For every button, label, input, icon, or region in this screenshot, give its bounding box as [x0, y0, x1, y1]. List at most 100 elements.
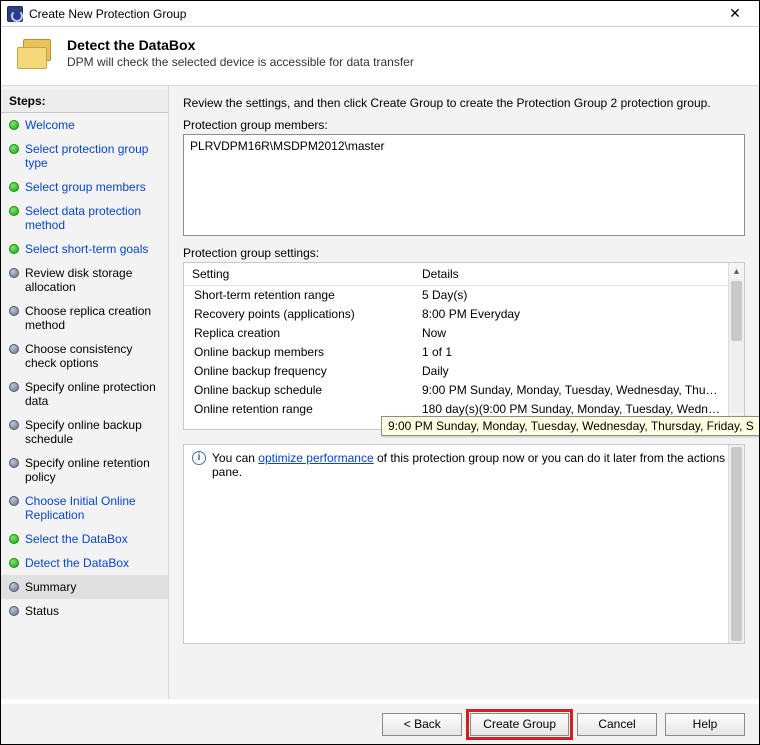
intro-text: Review the settings, and then click Crea…	[183, 96, 745, 110]
step-select-the-databox[interactable]: Select the DataBox	[1, 527, 168, 551]
step-bullet-icon	[9, 534, 19, 544]
settings-cell-details: 5 Day(s)	[422, 287, 736, 304]
step-label: Specify online retention policy	[25, 456, 162, 484]
settings-cell-setting: Online backup members	[192, 344, 422, 361]
settings-cell-details: 9:00 PM Sunday, Monday, Tuesday, Wednesd…	[422, 382, 736, 399]
step-label: Select short-term goals	[25, 242, 148, 256]
settings-row[interactable]: Recovery points (applications)8:00 PM Ev…	[184, 305, 744, 324]
settings-header-setting[interactable]: Setting	[184, 263, 414, 285]
settings-cell-setting: Online backup frequency	[192, 363, 422, 380]
detect-folder-icon	[17, 37, 57, 71]
title-bar: Create New Protection Group ✕	[1, 1, 759, 27]
step-bullet-icon	[9, 496, 19, 506]
optimize-info-box: i You can optimize performance of this p…	[183, 444, 745, 644]
step-bullet-icon	[9, 458, 19, 468]
scroll-thumb[interactable]	[731, 281, 742, 341]
step-label: Choose Initial Online Replication	[25, 494, 162, 522]
page-title: Detect the DataBox	[67, 37, 743, 53]
members-text: PLRVDPM16R\MSDPM2012\master	[190, 139, 738, 153]
steps-heading: Steps:	[1, 90, 168, 113]
settings-cell-setting: Recovery points (applications)	[192, 306, 422, 323]
scroll-up-icon[interactable]: ▴	[729, 263, 744, 279]
step-bullet-icon	[9, 420, 19, 430]
wizard-footer: < Back Create Group Cancel Help	[1, 704, 759, 744]
step-label: Review disk storage allocation	[25, 266, 162, 294]
optimize-performance-link[interactable]: optimize performance	[258, 451, 373, 465]
settings-table: Setting Details Short-term retention ran…	[183, 262, 745, 430]
step-label: Select group members	[25, 180, 146, 194]
tooltip: 9:00 PM Sunday, Monday, Tuesday, Wednesd…	[381, 416, 759, 436]
step-bullet-icon	[9, 206, 19, 216]
step-label: Choose replica creation method	[25, 304, 162, 332]
info-scrollbar[interactable]	[728, 445, 744, 643]
settings-cell-setting: Replica creation	[192, 325, 422, 342]
step-choose-consistency-check-options: Choose consistency check options	[1, 337, 168, 375]
step-select-group-members[interactable]: Select group members	[1, 175, 168, 199]
step-welcome[interactable]: Welcome	[1, 113, 168, 137]
step-bullet-icon	[9, 306, 19, 316]
step-detect-the-databox[interactable]: Detect the DataBox	[1, 551, 168, 575]
step-choose-replica-creation-method: Choose replica creation method	[1, 299, 168, 337]
step-label: Choose consistency check options	[25, 342, 162, 370]
protection-group-members[interactable]: PLRVDPM16R\MSDPM2012\master	[183, 134, 745, 236]
step-bullet-icon	[9, 606, 19, 616]
create-group-button[interactable]: Create Group	[470, 713, 569, 736]
settings-label: Protection group settings:	[183, 246, 745, 260]
step-review-disk-storage-allocation: Review disk storage allocation	[1, 261, 168, 299]
step-status: Status	[1, 599, 168, 623]
info-icon: i	[192, 451, 206, 465]
app-icon	[7, 6, 23, 22]
step-bullet-icon	[9, 382, 19, 392]
step-select-short-term-goals[interactable]: Select short-term goals	[1, 237, 168, 261]
step-label: Welcome	[25, 118, 75, 132]
settings-row[interactable]: Short-term retention range5 Day(s)	[184, 286, 744, 305]
step-label: Status	[25, 604, 59, 618]
step-choose-initial-online-replication[interactable]: Choose Initial Online Replication	[1, 489, 168, 527]
step-bullet-icon	[9, 244, 19, 254]
step-label: Specify online backup schedule	[25, 418, 162, 446]
back-button[interactable]: < Back	[382, 713, 462, 736]
settings-cell-details: Now	[422, 325, 736, 342]
step-bullet-icon	[9, 144, 19, 154]
step-summary: Summary	[1, 575, 168, 599]
step-label: Select the DataBox	[25, 532, 128, 546]
settings-cell-details: 8:00 PM Everyday	[422, 306, 736, 323]
steps-sidebar: Steps: Welcome Select protection group ty…	[1, 86, 169, 699]
settings-row[interactable]: Replica creationNow	[184, 324, 744, 343]
window-title: Create New Protection Group	[29, 7, 717, 21]
settings-scrollbar[interactable]: ▴ ▾	[728, 263, 744, 429]
close-icon[interactable]: ✕	[717, 4, 753, 24]
step-label: Detect the DataBox	[25, 556, 129, 570]
step-label: Specify online protection data	[25, 380, 162, 408]
step-select-data-protection-method[interactable]: Select data protection method	[1, 199, 168, 237]
cancel-button[interactable]: Cancel	[577, 713, 657, 736]
settings-cell-details: 1 of 1	[422, 344, 736, 361]
step-specify-online-retention-policy: Specify online retention policy	[1, 451, 168, 489]
step-bullet-icon	[9, 182, 19, 192]
info-scroll-thumb[interactable]	[731, 447, 742, 641]
optimize-info-text: You can optimize performance of this pro…	[212, 451, 736, 479]
settings-row[interactable]: Online backup frequencyDaily	[184, 362, 744, 381]
step-label: Select data protection method	[25, 204, 162, 232]
settings-header-row: Setting Details	[184, 263, 744, 286]
step-specify-online-protection-data: Specify online protection data	[1, 375, 168, 413]
members-label: Protection group members:	[183, 118, 745, 132]
settings-row[interactable]: Online backup members1 of 1	[184, 343, 744, 362]
step-specify-online-backup-schedule: Specify online backup schedule	[1, 413, 168, 451]
step-label: Select protection group type	[25, 142, 162, 170]
settings-row[interactable]: Online backup schedule9:00 PM Sunday, Mo…	[184, 381, 744, 400]
wizard-header: Detect the DataBox DPM will check the se…	[1, 27, 759, 86]
step-bullet-icon	[9, 582, 19, 592]
settings-cell-setting: Online backup schedule	[192, 382, 422, 399]
step-bullet-icon	[9, 120, 19, 130]
step-bullet-icon	[9, 558, 19, 568]
step-select-protection-group-type[interactable]: Select protection group type	[1, 137, 168, 175]
page-subtitle: DPM will check the selected device is ac…	[67, 55, 743, 69]
settings-header-details[interactable]: Details	[414, 263, 744, 285]
step-bullet-icon	[9, 268, 19, 278]
content-pane: Review the settings, and then click Crea…	[169, 86, 759, 699]
settings-cell-details: Daily	[422, 363, 736, 380]
help-button[interactable]: Help	[665, 713, 745, 736]
settings-cell-setting: Short-term retention range	[192, 287, 422, 304]
step-bullet-icon	[9, 344, 19, 354]
